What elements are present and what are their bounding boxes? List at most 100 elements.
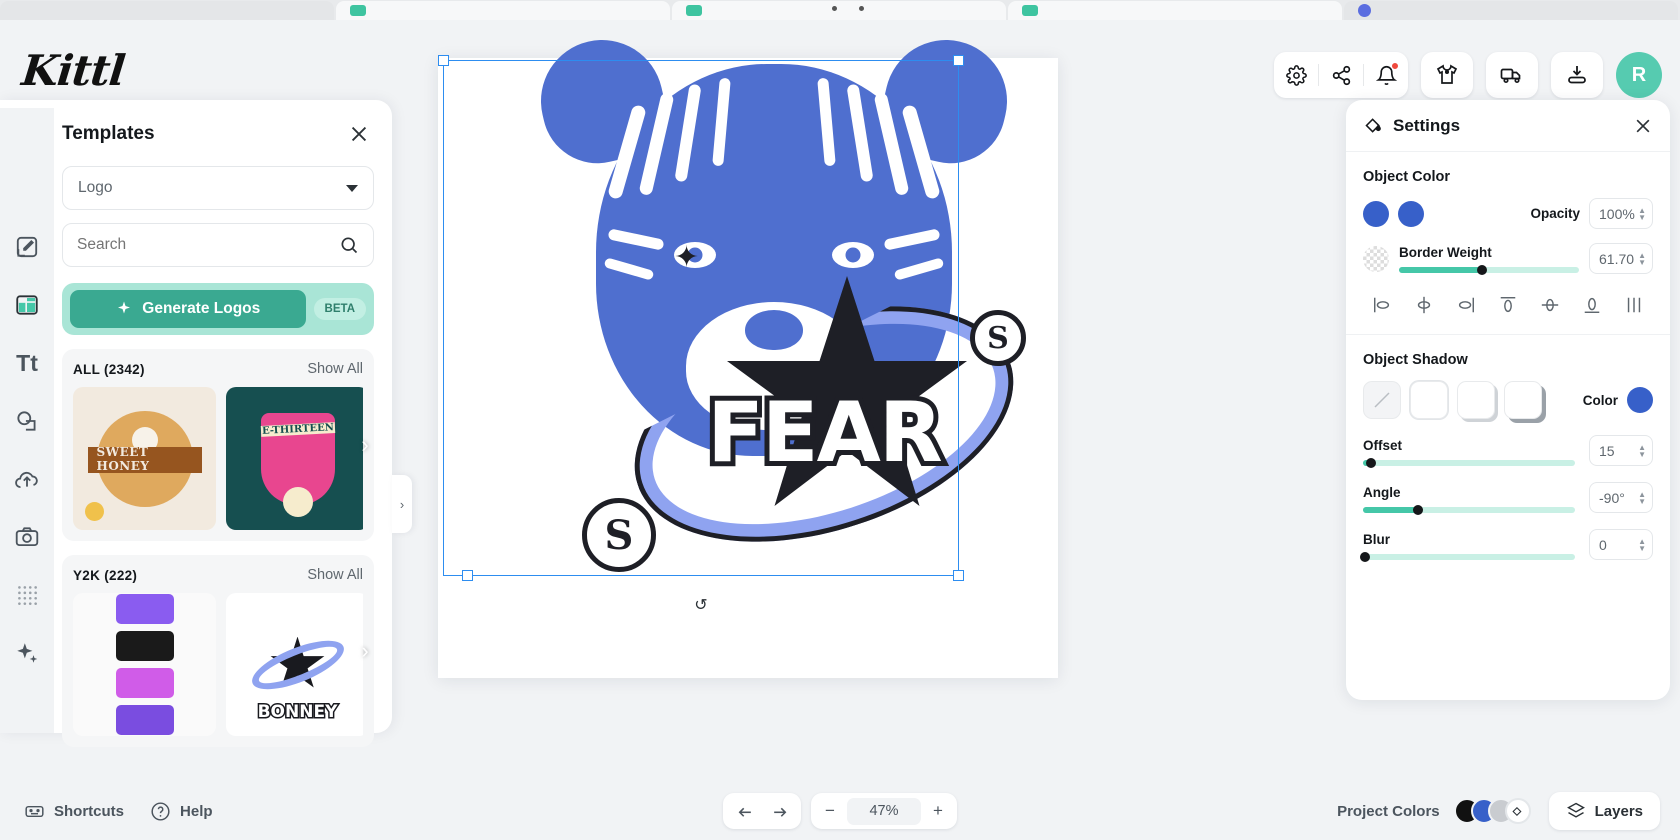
stepper-icon[interactable]: ▲ ▼ — [1638, 443, 1646, 458]
rotate-handle[interactable]: ↺ — [687, 591, 715, 619]
stepper-icon[interactable]: ▲ ▼ — [1638, 537, 1646, 552]
template-thumbnail[interactable]: SWEET HONEY — [73, 387, 216, 530]
offset-slider[interactable] — [1363, 458, 1575, 468]
search-input-wrapper[interactable] — [62, 223, 374, 267]
color-swatches — [1363, 200, 1424, 227]
merch-button[interactable] — [1421, 52, 1473, 98]
browser-tab[interactable] — [1344, 1, 1678, 20]
template-thumbnail[interactable]: BONNEY — [226, 593, 363, 736]
shadow-preset-hard[interactable] — [1457, 381, 1495, 419]
shadow-preset-none[interactable] — [1363, 381, 1401, 419]
layers-button[interactable]: Layers — [1548, 792, 1660, 830]
align-middle-v-icon[interactable] — [1535, 292, 1565, 318]
blur-slider[interactable] — [1360, 552, 1575, 562]
angle-slider[interactable] — [1363, 505, 1575, 515]
generate-logos-container: Generate Logos BETA — [62, 283, 374, 335]
sidebar-item-upload[interactable] — [10, 462, 44, 496]
sidebar-item-photos[interactable] — [10, 520, 44, 554]
angle-label: Angle — [1363, 485, 1401, 500]
sidebar-item-text[interactable]: Tt — [10, 346, 44, 380]
dots-grid-icon — [18, 586, 37, 605]
gear-button[interactable] — [1274, 52, 1318, 98]
close-icon[interactable] — [1633, 116, 1653, 136]
browser-tab[interactable] — [1008, 1, 1342, 20]
avatar[interactable]: R — [1616, 52, 1662, 98]
zoom-controls: − 47% + — [723, 793, 957, 829]
zoom-out-button[interactable]: − — [817, 798, 843, 824]
shadow-preset-soft[interactable] — [1410, 381, 1448, 419]
color-picker-icon[interactable] — [1504, 798, 1531, 824]
notification-badge — [1391, 62, 1399, 70]
align-left-icon[interactable] — [1367, 292, 1397, 318]
redo-button[interactable] — [767, 798, 793, 824]
category-select[interactable]: Logo — [62, 166, 374, 210]
blur-input[interactable]: 0 ▲ ▼ — [1589, 529, 1653, 560]
project-colors-swatches[interactable] — [1453, 798, 1531, 824]
align-right-icon[interactable] — [1451, 292, 1481, 318]
color-swatch-stroke[interactable] — [1398, 200, 1424, 227]
search-icon[interactable] — [339, 235, 359, 255]
opacity-value: 100% — [1599, 205, 1635, 222]
sidebar-item-ai[interactable] — [10, 636, 44, 670]
project-colors-group[interactable]: Project Colors — [1337, 798, 1531, 824]
stepper-icon[interactable]: ▲ ▼ — [1638, 251, 1646, 266]
header-pill-group — [1274, 52, 1408, 98]
border-weight-label: Border Weight — [1399, 244, 1492, 260]
selection-box[interactable]: ↺ — [438, 55, 964, 619]
badge-dot — [85, 502, 104, 521]
share-button[interactable] — [1319, 52, 1363, 98]
browser-tab[interactable] — [0, 1, 334, 20]
angle-input[interactable]: -90° ▲ ▼ — [1589, 482, 1653, 513]
distribute-icon[interactable] — [1619, 292, 1649, 318]
thumbnail-row: BONNEY › — [73, 593, 378, 736]
template-thumbnail[interactable]: E-THIRTEEN — [226, 387, 363, 530]
border-color-swatch[interactable] — [1363, 245, 1389, 272]
stepper-icon[interactable]: ▲ ▼ — [1638, 206, 1646, 221]
sidebar-item-shapes[interactable] — [10, 404, 44, 438]
resize-handle-top-right[interactable] — [953, 55, 964, 66]
settings-body: Object Color Opacity 100% ▲ ▼ Border Wei… — [1346, 152, 1670, 562]
show-all-link[interactable]: Show All — [307, 567, 363, 583]
template-thumbnail[interactable] — [73, 593, 216, 736]
stepper-icon[interactable]: ▲ ▼ — [1638, 490, 1646, 505]
kittl-editor: Kittl Bonney Saving ... — [0, 0, 1680, 840]
thumbnail-next-arrow[interactable]: › — [352, 638, 378, 664]
shadow-color-control: Color — [1583, 387, 1653, 413]
show-all-link[interactable]: Show All — [307, 361, 363, 377]
border-weight-input[interactable]: 61.70 ▲ ▼ — [1589, 243, 1653, 274]
generate-logos-button[interactable]: Generate Logos — [70, 290, 306, 328]
opacity-input[interactable]: 100% ▲ ▼ — [1589, 198, 1653, 229]
close-icon[interactable] — [348, 123, 370, 145]
shadow-color-swatch[interactable] — [1627, 387, 1653, 413]
align-center-h-icon[interactable] — [1409, 292, 1439, 318]
align-bottom-icon[interactable] — [1577, 292, 1607, 318]
color-swatch-fill[interactable] — [1363, 200, 1389, 227]
art-chip — [115, 631, 174, 661]
thumbnail-next-arrow[interactable]: › — [352, 432, 378, 458]
shipping-button[interactable] — [1486, 52, 1538, 98]
sidebar-item-edit[interactable] — [10, 230, 44, 264]
offset-input[interactable]: 15 ▲ ▼ — [1589, 435, 1653, 466]
notifications-button[interactable] — [1364, 52, 1408, 98]
sidebar-item-templates[interactable] — [10, 288, 44, 322]
shadow-angle-field: Angle -90° ▲ ▼ — [1363, 482, 1653, 515]
undo-button[interactable] — [731, 798, 757, 824]
resize-handle-bottom-left[interactable] — [462, 570, 473, 581]
object-color-label: Object Color — [1363, 169, 1451, 185]
sidebar-item-patterns[interactable] — [10, 578, 44, 612]
border-weight-slider[interactable] — [1399, 264, 1579, 275]
zoom-value[interactable]: 47% — [847, 797, 921, 825]
align-top-icon[interactable] — [1493, 292, 1523, 318]
zoom-in-button[interactable]: + — [925, 798, 951, 824]
help-button[interactable]: Help — [150, 801, 213, 822]
resize-handle-bottom-right[interactable] — [953, 570, 964, 581]
blur-label: Blur — [1363, 532, 1390, 547]
offset-value: 15 — [1599, 442, 1615, 459]
shortcuts-button[interactable]: Shortcuts — [24, 801, 124, 822]
resize-handle-top-left[interactable] — [438, 55, 449, 66]
share-icon — [1332, 65, 1350, 85]
search-input[interactable] — [77, 236, 327, 254]
download-button[interactable] — [1551, 52, 1603, 98]
shadow-preset-strong[interactable] — [1504, 381, 1542, 419]
canvas-area[interactable]: ✦ S S FEAR ↺ — [392, 27, 1360, 780]
